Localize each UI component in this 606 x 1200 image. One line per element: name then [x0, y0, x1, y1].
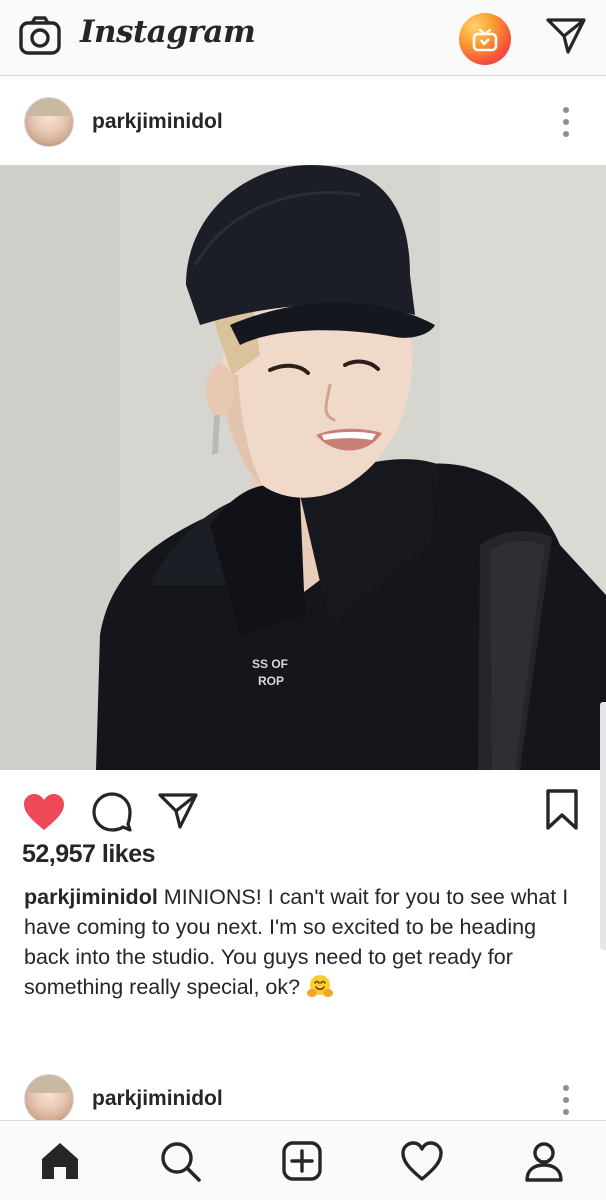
caption-username[interactable]: parkjiminidol [24, 885, 158, 909]
post-caption: parkjiminidol MINIONS! I can't wait for … [24, 882, 584, 1002]
post-username[interactable]: parkjiminidol [92, 110, 223, 134]
profile-icon[interactable] [522, 1139, 566, 1183]
add-post-icon[interactable] [280, 1139, 324, 1183]
camera-icon[interactable] [18, 16, 62, 56]
more-options-icon[interactable] [561, 1085, 571, 1115]
share-icon[interactable] [158, 792, 198, 830]
scroll-indicator [600, 702, 606, 950]
comment-icon[interactable] [92, 792, 132, 832]
more-options-icon[interactable] [561, 107, 571, 137]
like-count[interactable]: 52,957 likes [22, 840, 156, 869]
post-photo[interactable]: SS OF ROP [0, 165, 606, 770]
instagram-logo: Instagram [80, 14, 256, 50]
activity-heart-icon[interactable] [400, 1139, 444, 1183]
paper-plane-icon[interactable] [546, 17, 586, 55]
avatar[interactable] [24, 1074, 74, 1120]
post-actions [0, 770, 606, 842]
post-header: parkjiminidol [0, 77, 606, 165]
shirt-text-line-2: ROP [258, 674, 284, 688]
igtv-button[interactable] [459, 13, 511, 65]
igtv-icon [472, 28, 498, 52]
bottom-nav [0, 1120, 606, 1200]
avatar[interactable] [24, 97, 74, 147]
top-bar: Instagram [0, 0, 606, 76]
hugging-face-emoji-icon [307, 975, 334, 997]
shirt-text-line-1: SS OF [252, 657, 288, 671]
like-heart-icon[interactable] [22, 792, 66, 832]
search-icon[interactable] [158, 1139, 202, 1183]
photo-illustration: SS OF ROP [0, 165, 606, 770]
next-post-username[interactable]: parkjiminidol [92, 1087, 223, 1111]
bookmark-icon[interactable] [544, 788, 580, 832]
next-post-header: parkjiminidol [0, 1060, 606, 1120]
home-icon[interactable] [38, 1139, 82, 1183]
